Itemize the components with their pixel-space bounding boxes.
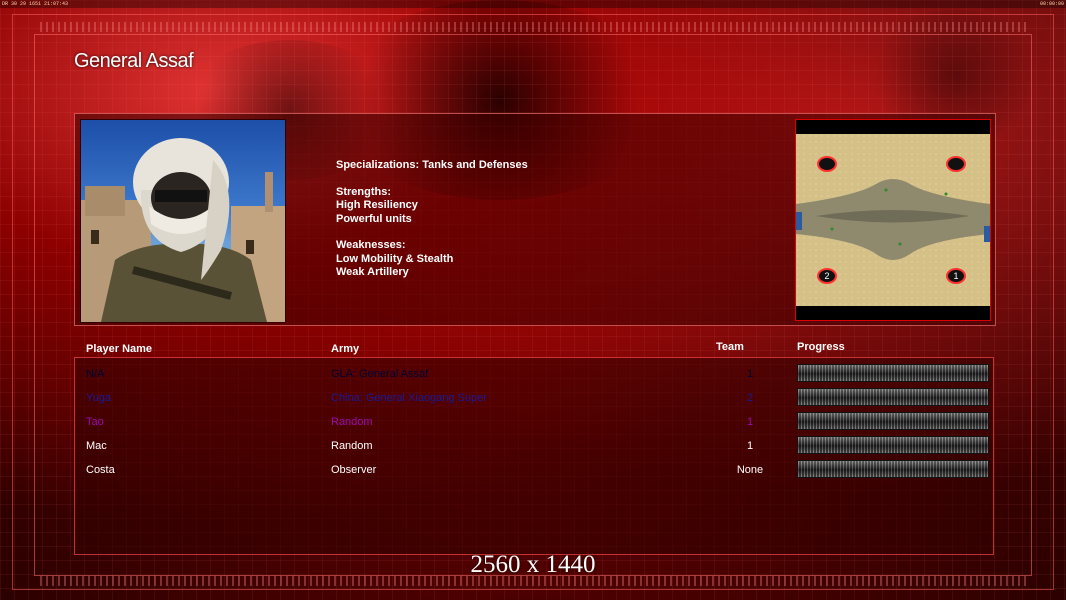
player-name: Costa (86, 464, 115, 476)
start-position-marker (817, 156, 837, 172)
weakness-item: Weak Artillery (336, 266, 409, 278)
general-description: Specializations: Tanks and Defenses Stre… (336, 159, 528, 280)
minimap-image: 2 1 (796, 134, 990, 306)
loading-progress-bar (797, 460, 989, 478)
start-position-marker-1: 1 (946, 268, 966, 284)
general-portrait (80, 119, 286, 323)
general-title: General Assaf (74, 50, 194, 72)
player-team: None (736, 464, 764, 476)
column-header-player: Player Name (86, 343, 153, 355)
debug-left-readout: DR 30 29 1651 21:07:43 (2, 1, 69, 7)
portrait-image (81, 138, 285, 322)
debug-right-readout: 00:00:00 (1039, 1, 1064, 7)
column-header-progress: Progress (797, 341, 845, 353)
player-name: Yuga (86, 392, 112, 404)
strength-item: Powerful units (336, 212, 412, 225)
weaknesses-heading: Weaknesses: (336, 239, 406, 251)
player-army: GLA: General Assaf (331, 368, 429, 380)
player-team: 1 (746, 440, 754, 452)
player-army: China: General Xiaogang Super (331, 392, 487, 404)
strengths-heading: Strengths: (336, 185, 391, 198)
debug-topbar: DR 30 29 1651 21:07:43 00:00:00 (0, 0, 1066, 8)
specializations-text: Specializations: Tanks and Defenses (336, 159, 528, 171)
start-position-label: 2 (824, 271, 829, 281)
loading-progress-bar (797, 412, 989, 430)
start-position-marker-2: 2 (817, 268, 837, 284)
player-army: Observer (331, 464, 377, 476)
player-name: Tao (86, 416, 104, 428)
strength-item: High Resiliency (336, 199, 418, 211)
player-army: Random (331, 440, 373, 452)
hud-strip-top (40, 22, 1026, 32)
weakness-item: Low Mobility & Stealth (336, 252, 454, 265)
loading-progress-bar (797, 436, 989, 454)
player-team: 2 (746, 392, 754, 404)
start-position-label: 1 (953, 271, 958, 281)
player-team: 1 (746, 416, 754, 428)
player-army: Random (331, 416, 373, 428)
loading-progress-bar (797, 364, 989, 382)
map-preview: 2 1 (795, 119, 991, 321)
player-name: N/A (86, 368, 105, 380)
column-header-army: Army (331, 343, 360, 355)
resolution-label: 2560 x 1440 (470, 551, 596, 578)
player-name: Mac (86, 440, 107, 452)
column-header-team: Team (716, 341, 744, 353)
player-team: 1 (746, 368, 754, 380)
loading-progress-bar (797, 388, 989, 406)
player-row: Costa Observer None (0, 460, 1066, 488)
start-position-marker (946, 156, 966, 172)
